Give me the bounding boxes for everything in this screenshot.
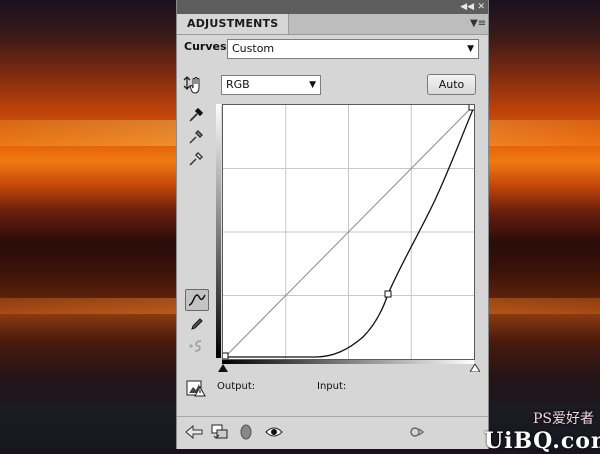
watermark-text: PS爱好者 — [532, 411, 594, 427]
reset-view-icon[interactable] — [237, 424, 255, 440]
white-point-eyedropper-icon[interactable] — [187, 148, 207, 168]
white-slider-icon[interactable] — [470, 364, 480, 372]
back-arrow-icon[interactable] — [185, 424, 203, 440]
input-label: Input: — [317, 381, 347, 392]
curve-control-point — [384, 290, 392, 298]
curve-endpoint-black — [223, 352, 229, 359]
panel-titlebar: ◀◀ ✕ — [177, 0, 488, 14]
watermark-logo: UiBQ.com — [484, 428, 600, 454]
channel-dropdown[interactable]: RGB ▼ — [221, 75, 321, 95]
output-label: Output: — [217, 381, 256, 392]
channel-value: RGB — [226, 78, 250, 91]
chevron-down-icon: ▼ — [309, 80, 316, 90]
footer-divider — [177, 416, 488, 417]
eye-icon[interactable] — [265, 424, 283, 440]
clipping-warning-icon[interactable] — [186, 378, 206, 398]
adjustment-title: Curves — [184, 40, 227, 53]
close-icon[interactable]: ✕ — [477, 1, 485, 13]
auto-button[interactable]: Auto — [427, 74, 476, 95]
pencil-icon[interactable] — [187, 314, 207, 334]
smooth-curve-icon — [186, 336, 206, 356]
preset-dropdown[interactable]: Custom ▼ — [227, 39, 479, 59]
panel-menu-icon[interactable]: ▼≡ — [470, 18, 486, 30]
watermark: PS爱好者 UiBQ.com — [484, 408, 600, 454]
preset-value: Custom — [232, 42, 275, 55]
previous-state-icon[interactable] — [409, 424, 427, 440]
curves-graph[interactable] — [222, 104, 475, 360]
curve-endpoint-white — [468, 105, 474, 111]
black-point-eyedropper-icon[interactable] — [187, 104, 207, 124]
chevron-down-icon: ▼ — [467, 44, 474, 54]
clip-to-layer-icon[interactable] — [211, 424, 229, 440]
black-slider-icon[interactable] — [218, 364, 228, 372]
adjustments-panel: ◀◀ ✕ ADJUSTMENTS ▼≡ Curves Custom ▼ RGB … — [176, 0, 489, 449]
output-gradient-bar — [216, 104, 221, 358]
collapse-icon[interactable]: ◀◀ — [460, 1, 474, 13]
tab-adjustments[interactable]: ADJUSTMENTS — [177, 14, 290, 34]
gray-point-eyedropper-icon[interactable] — [187, 126, 207, 146]
panel-tab-row: ADJUSTMENTS ▼≡ — [177, 14, 488, 35]
curve-point-tool-icon[interactable] — [185, 289, 209, 311]
targeted-adjustment-tool-icon[interactable] — [183, 75, 203, 95]
